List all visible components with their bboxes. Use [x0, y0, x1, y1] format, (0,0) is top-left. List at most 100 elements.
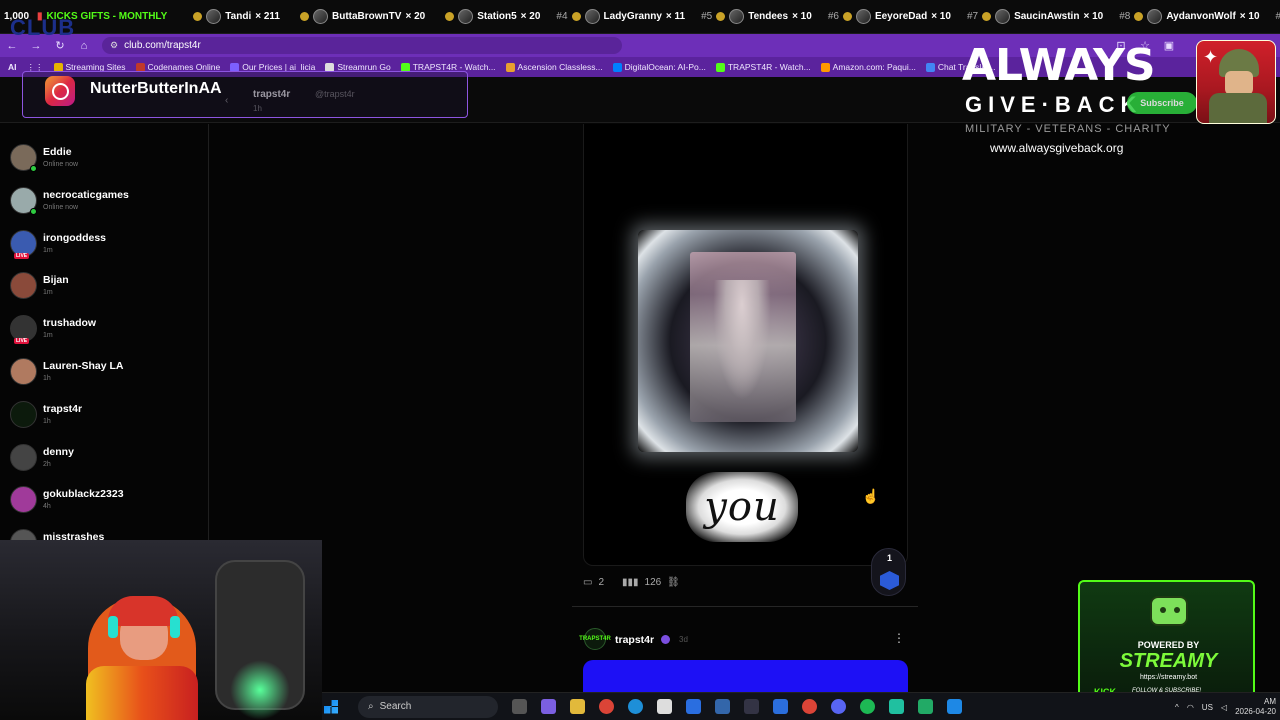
address-bar[interactable]: ⚙ club.com/trapst4r	[102, 37, 622, 54]
user-avatar	[10, 272, 37, 300]
streamy-brand: STREAMY	[1119, 650, 1218, 672]
post2-time: 3d	[679, 635, 688, 644]
sidebar-user-row[interactable]: gokublackz2323 4h	[0, 482, 209, 524]
task-view-icon[interactable]	[512, 699, 527, 714]
agb-title: ALWAYS	[962, 40, 1156, 91]
comments-button[interactable]: ▭ 2	[583, 577, 604, 588]
coin-icon	[716, 12, 726, 21]
ticker-amount: × 10	[1083, 11, 1104, 22]
app-icon-4[interactable]	[773, 699, 788, 714]
user-name: irongoddess	[43, 231, 107, 244]
user-status: 1h	[43, 417, 51, 425]
volume-icon[interactable]: ◁	[1221, 703, 1227, 712]
file-explorer-icon[interactable]	[570, 699, 585, 714]
app-icon-2[interactable]	[715, 699, 730, 714]
user-avatar	[10, 443, 37, 471]
agb-tagline: MILITARY - VETERANS - CHARITY	[965, 123, 1171, 135]
body-shape	[1209, 93, 1267, 123]
rank-badge[interactable]: 1	[871, 548, 906, 596]
ticker-item: #8 AydanvonWolf × 10	[1111, 9, 1267, 24]
star-icon: ✦	[1203, 47, 1219, 67]
share-link-button[interactable]: ⛓	[667, 577, 680, 588]
language-indicator[interactable]: US	[1202, 703, 1213, 712]
user-name: trapst4r	[43, 402, 83, 415]
post2-avatar[interactable]: TRAPST4R	[579, 628, 611, 650]
windows-taskbar: ⌕ Search ^ ◠ US ◁ AM 2026-04-20	[322, 692, 1280, 720]
headphone-right	[170, 616, 180, 638]
windows-start-icon[interactable]	[324, 699, 338, 714]
comments-count: 2	[598, 577, 605, 588]
sidebar-user-row[interactable]: trapst4r 1h	[0, 397, 209, 439]
app-icon-5[interactable]	[889, 699, 904, 714]
verified-icon	[661, 635, 670, 644]
store-icon[interactable]	[657, 699, 672, 714]
ticker-amount: × 20	[520, 11, 541, 22]
face-shape	[1225, 71, 1253, 95]
post2-author[interactable]: trapst4r	[615, 634, 654, 646]
taskbar-search[interactable]: ⌕ Search	[358, 695, 498, 718]
app-icon-6[interactable]	[918, 699, 933, 714]
discord-icon[interactable]	[831, 699, 846, 714]
sidebar-user-row[interactable]: Bijan 1m	[0, 268, 209, 310]
chrome-icon[interactable]	[599, 699, 614, 714]
home-icon[interactable]: ⌂	[72, 40, 96, 52]
streamer-jacket	[86, 666, 198, 720]
forward-arrow-icon[interactable]: →	[24, 40, 48, 52]
bookmark-item[interactable]: Amazon.com: Paqui...	[820, 62, 916, 72]
ticker-name: AydanvonWolf	[1166, 11, 1236, 22]
clock[interactable]: AM 2026-04-20	[1235, 697, 1276, 717]
app-icon-3[interactable]	[744, 699, 759, 714]
edge-icon[interactable]	[628, 699, 643, 714]
instagram-name: NutterButterInAA	[90, 80, 222, 97]
ticker-avatar	[584, 9, 600, 24]
sidebar-user-row[interactable]: LIVE irongoddess 1m	[0, 226, 209, 268]
spotify-icon[interactable]	[860, 699, 875, 714]
club-logo[interactable]: CLUB	[10, 15, 75, 41]
bookmark-item[interactable]: DigitalOcean: AI-Po...	[612, 62, 706, 72]
online-dot	[30, 207, 37, 215]
sidebar-user-row[interactable]: necrocaticgames Online now	[0, 183, 209, 225]
coin-icon	[300, 12, 309, 21]
ai-bookmark[interactable]: AI	[8, 62, 17, 72]
user-status: Online now	[43, 203, 79, 211]
user-avatar	[10, 400, 37, 428]
sidebar-user-row[interactable]: LIVE trushadow 1m	[0, 311, 209, 353]
extension-icon[interactable]: ▣	[1157, 39, 1181, 52]
live-badge: LIVE	[14, 338, 30, 345]
coin-icon	[1134, 12, 1144, 21]
ticker-avatar	[458, 9, 474, 24]
tray-chevron-icon[interactable]: ^	[1175, 703, 1179, 712]
ticker-name: Station5	[477, 11, 517, 22]
streamer-hair	[108, 596, 178, 626]
chrome-icon-2[interactable]	[802, 699, 817, 714]
ticker-rank: #6	[827, 11, 839, 22]
post2-media[interactable]	[583, 660, 908, 694]
views-stat: ▮▮▮ 126	[622, 577, 661, 588]
sidebar-user-row[interactable]: Eddie Online now	[0, 140, 209, 182]
sidebar-user-row[interactable]: denny 2h	[0, 440, 209, 482]
user-name: Bijan	[43, 274, 69, 287]
subscribe-button[interactable]: Subscribe	[1127, 92, 1197, 114]
more-options-icon[interactable]: ⋮	[893, 631, 905, 645]
user-name: Lauren-Shay LA	[43, 360, 124, 372]
wifi-icon[interactable]: ◠	[1187, 703, 1194, 712]
clock-date: 2026-04-20	[1235, 707, 1276, 716]
ticker-rank: #4	[556, 11, 568, 22]
site-info-icon[interactable]: ⚙	[110, 40, 118, 51]
live-badge: LIVE	[14, 252, 30, 259]
app-icon-7[interactable]	[947, 699, 962, 714]
user-name: gokublackz2323	[43, 488, 124, 501]
app-icon-1[interactable]	[686, 699, 701, 714]
coin-icon	[842, 12, 852, 21]
back-arrow-icon[interactable]: ←	[0, 40, 24, 52]
headphone-left	[108, 616, 118, 638]
user-status: Online now	[43, 161, 79, 168]
bookmark-favicon-icon	[612, 62, 622, 72]
ticker-amount: × 10	[1239, 11, 1260, 22]
bookmark-label: Ascension Classless...	[517, 62, 603, 72]
user-name: trushadow	[43, 317, 97, 330]
sidebar-user-row[interactable]: Lauren-Shay LA 1h	[0, 354, 209, 396]
bookmark-item[interactable]: TRAPST4R - Watch...	[715, 62, 811, 72]
copilot-icon[interactable]	[541, 699, 556, 714]
bookmark-item[interactable]: Ascension Classless...	[505, 62, 603, 72]
